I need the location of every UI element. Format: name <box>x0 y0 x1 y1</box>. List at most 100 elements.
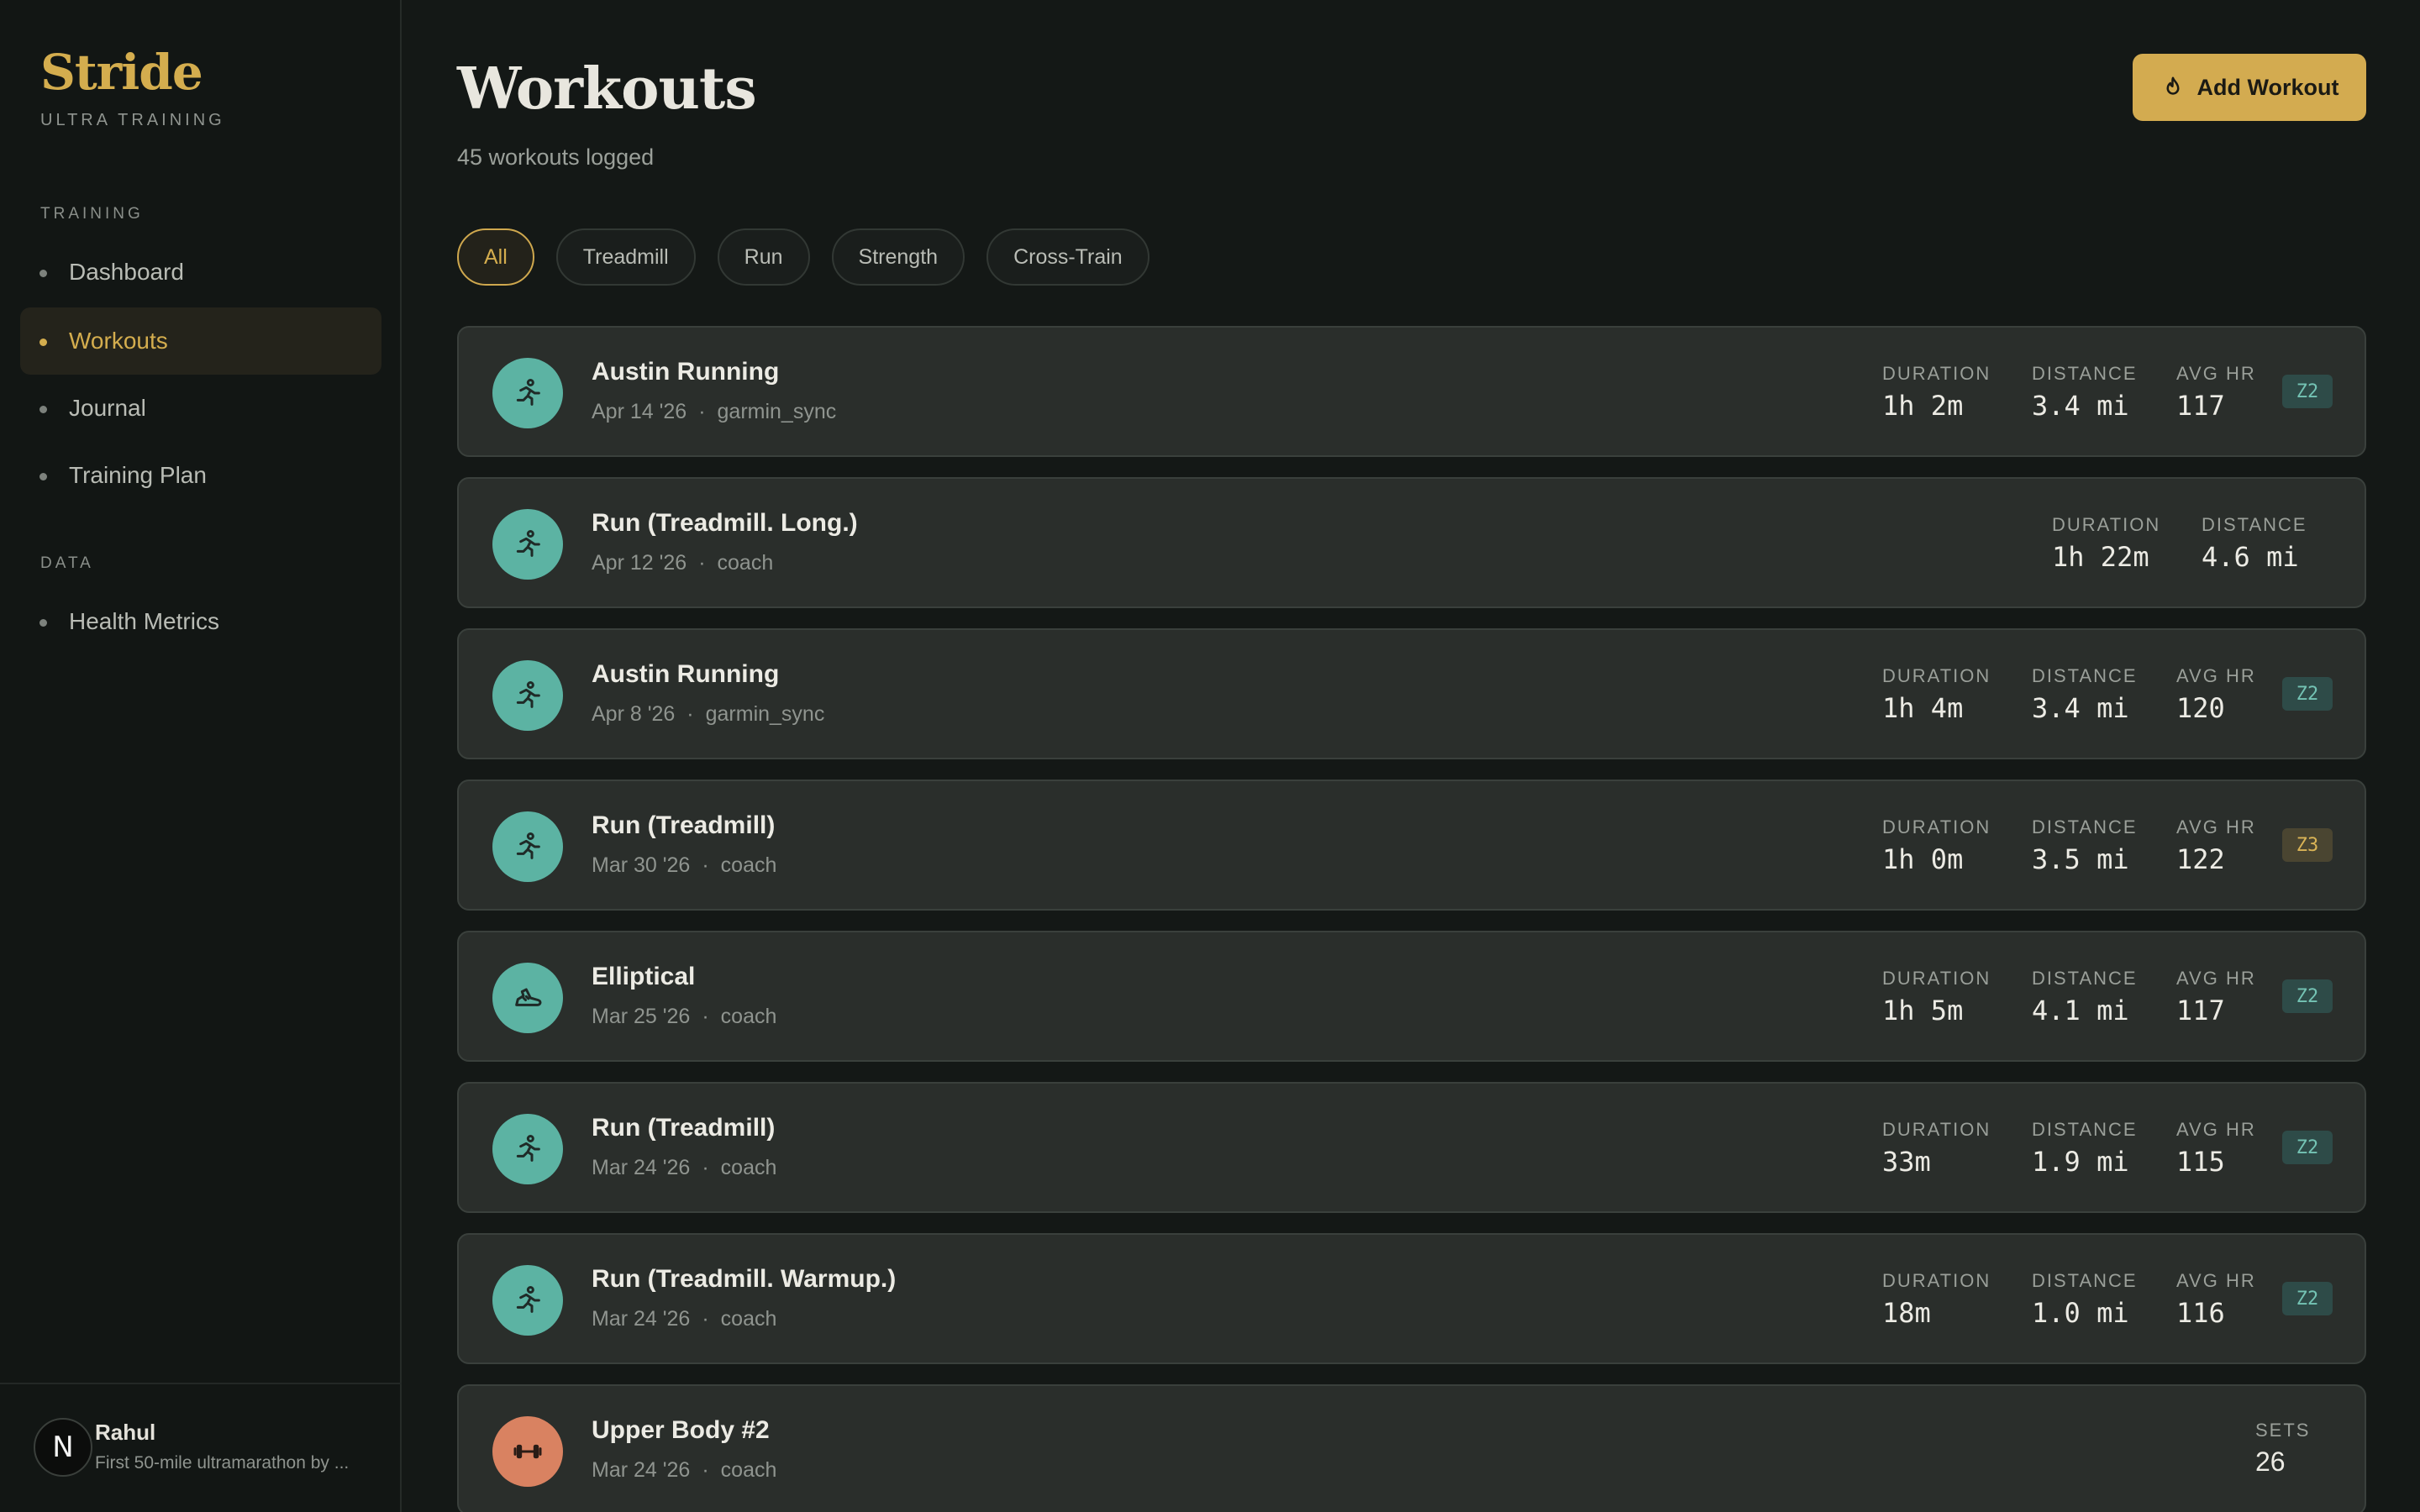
workout-card[interactable]: Elliptical Mar 25 '26 · coach DURATION 1h 5… <box>457 931 2366 1062</box>
workout-title: Austin Running <box>592 358 780 386</box>
avatar[interactable]: N <box>34 1418 92 1477</box>
workout-source: coach <box>717 551 774 575</box>
workout-title: Run (Treadmill. Long.) <box>592 509 858 537</box>
nav-dot-icon <box>39 339 47 346</box>
stat-value: 1h 4m <box>1882 692 1964 724</box>
zone-badge: Z2 <box>2282 375 2333 408</box>
stat-value: 122 <box>2176 843 2225 875</box>
stat-value: 115 <box>2176 1146 2225 1178</box>
sidebar-item-label: Workouts <box>69 328 168 354</box>
workout-meta: Apr 14 '26 · garmin_sync <box>592 400 837 423</box>
workout-meta: Mar 24 '26 · coach <box>592 1458 777 1482</box>
divider <box>0 1383 402 1384</box>
workout-source: coach <box>720 1156 777 1179</box>
stat-label: DISTANCE <box>2032 968 2138 989</box>
nav-dot-icon <box>39 473 47 480</box>
filter-run[interactable]: Run <box>717 228 810 286</box>
workout-date: Mar 24 '26 <box>592 1156 691 1179</box>
stat-label: AVG HR <box>2176 1270 2256 1291</box>
workout-card[interactable]: Run (Treadmill) Mar 24 '26 · coach DURATIO… <box>457 1082 2366 1213</box>
stat-label: DURATION <box>1882 816 1991 837</box>
stat-label: DISTANCE <box>2202 514 2307 535</box>
brand-logo[interactable]: Stride <box>40 44 203 101</box>
workout-card[interactable]: Run (Treadmill. Warmup.) Mar 24 '26 · coac… <box>457 1233 2366 1364</box>
avg-hr-stat: AVG HR 117 <box>2176 968 2256 1026</box>
stat-value: 4.6 mi <box>2202 541 2299 573</box>
sidebar-item-health-metrics[interactable]: Health Metrics <box>20 588 381 655</box>
workout-source: garmin_sync <box>705 702 825 726</box>
stat-value: 117 <box>2176 995 2225 1026</box>
add-workout-label: Add Workout <box>2196 74 2339 100</box>
workout-card[interactable]: Austin Running Apr 8 '26 · garmin_sync DUR… <box>457 628 2366 759</box>
duration-stat: DURATION 1h 5m <box>1882 968 1991 1026</box>
workout-meta: Mar 30 '26 · coach <box>592 853 777 877</box>
sidebar-item-label: Dashboard <box>69 259 184 285</box>
stat-value: 26 <box>2255 1446 2286 1477</box>
sidebar-item-dashboard[interactable]: Dashboard <box>20 239 381 306</box>
stat-value: 3.4 mi <box>2032 390 2129 422</box>
workout-card[interactable]: Upper Body #2 Mar 24 '26 · coach SETS 26 <box>457 1384 2366 1512</box>
user-goal: First 50-mile ultramarathon by ... <box>95 1453 350 1473</box>
stat-label: DISTANCE <box>2032 1119 2138 1140</box>
stat-label: DURATION <box>1882 1270 1991 1291</box>
distance-stat: DISTANCE 1.9 mi <box>2032 1119 2138 1178</box>
workout-title: Upper Body #2 <box>592 1416 770 1444</box>
workout-title: Run (Treadmill. Warmup.) <box>592 1265 897 1293</box>
workout-source: coach <box>720 1307 777 1331</box>
stat-value: 3.5 mi <box>2032 843 2129 875</box>
runner-icon <box>492 509 563 580</box>
stat-value: 116 <box>2176 1297 2225 1329</box>
distance-stat: DISTANCE 3.5 mi <box>2032 816 2138 875</box>
workout-date: Apr 12 '26 <box>592 551 687 575</box>
sets-stat: SETS 26 <box>2255 1420 2310 1478</box>
stat-value: 1.0 mi <box>2032 1297 2129 1329</box>
stat-label: AVG HR <box>2176 665 2256 686</box>
filter-treadmill[interactable]: Treadmill <box>555 228 696 286</box>
stat-value: 4.1 mi <box>2032 995 2129 1026</box>
workout-source: garmin_sync <box>717 400 837 423</box>
zone-badge: Z2 <box>2282 1131 2333 1164</box>
stat-label: DISTANCE <box>2032 1270 2138 1291</box>
zone-badge: Z2 <box>2282 1282 2333 1315</box>
workout-source: coach <box>720 853 777 877</box>
workout-title: Austin Running <box>592 660 780 688</box>
stat-value: 120 <box>2176 692 2225 724</box>
workout-card[interactable]: Austin Running Apr 14 '26 · garmin_sync DU… <box>457 326 2366 457</box>
stat-label: AVG HR <box>2176 816 2256 837</box>
workout-date: Mar 24 '26 <box>592 1307 691 1331</box>
sidebar-item-journal[interactable]: Journal <box>20 375 381 442</box>
add-workout-button[interactable]: Add Workout <box>2133 54 2366 121</box>
avg-hr-stat: AVG HR 120 <box>2176 665 2256 724</box>
workout-card[interactable]: Run (Treadmill. Long.) Apr 12 '26 · coach … <box>457 477 2366 608</box>
sidebar-item-training-plan[interactable]: Training Plan <box>20 442 381 509</box>
nav-dot-icon <box>39 270 47 277</box>
filter-all[interactable]: All <box>457 228 534 286</box>
workout-source: coach <box>720 1005 777 1028</box>
nav-dot-icon <box>39 619 47 627</box>
workout-source: coach <box>720 1458 777 1482</box>
stat-value: 18m <box>1882 1297 1931 1329</box>
stat-label: DURATION <box>1882 363 1991 384</box>
filter-cross-train[interactable]: Cross-Train <box>986 228 1150 286</box>
sidebar-item-label: Training Plan <box>69 462 207 488</box>
distance-stat: DISTANCE 4.1 mi <box>2032 968 2138 1026</box>
duration-stat: DURATION 1h 22m <box>2052 514 2160 573</box>
stat-label: SETS <box>2255 1420 2311 1441</box>
zone-badge: Z2 <box>2282 979 2333 1013</box>
filter-strength[interactable]: Strength <box>831 228 965 286</box>
stat-label: DISTANCE <box>2032 665 2138 686</box>
stat-label: AVG HR <box>2176 968 2256 989</box>
sidebar-item-label: Health Metrics <box>69 608 219 634</box>
stat-value: 1.9 mi <box>2032 1146 2129 1178</box>
stat-value: 1h 2m <box>1882 390 1964 422</box>
distance-stat: DISTANCE 3.4 mi <box>2032 665 2138 724</box>
user-name[interactable]: Rahul <box>95 1420 155 1446</box>
flame-icon <box>2166 76 2179 95</box>
runner-icon <box>492 660 563 731</box>
distance-stat: DISTANCE 1.0 mi <box>2032 1270 2138 1329</box>
workout-card[interactable]: Run (Treadmill) Mar 30 '26 · coach DURATIO… <box>457 780 2366 911</box>
page-title: Workouts <box>457 55 757 123</box>
sidebar-item-workouts[interactable]: Workouts <box>20 307 381 375</box>
stat-value: 33m <box>1882 1146 1931 1178</box>
runner-icon <box>492 1265 563 1336</box>
